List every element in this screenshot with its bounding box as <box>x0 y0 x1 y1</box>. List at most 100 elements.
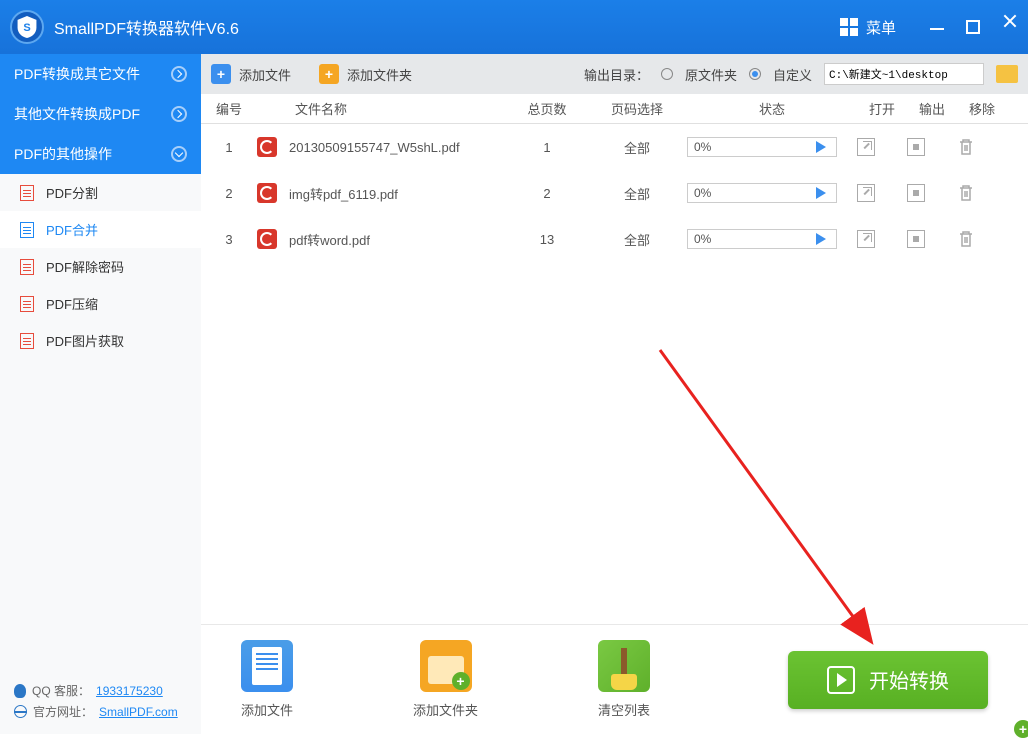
cell-name: pdf转word.pdf <box>247 229 507 249</box>
file-name: 20130509155747_W5shL.pdf <box>289 140 460 155</box>
sidebar-cat-other-to-pdf[interactable]: 其他文件转换成PDF <box>0 94 201 134</box>
progress-text: 0% <box>688 140 711 154</box>
output-icon[interactable] <box>907 184 925 202</box>
add-file-label: 添加文件 <box>239 65 291 84</box>
cell-open <box>857 138 907 156</box>
trash-icon[interactable] <box>957 230 975 248</box>
pdf-icon <box>20 333 34 349</box>
sidebar-cat-label: 其他文件转换成PDF <box>14 104 140 124</box>
sidebar-cat-label: PDF的其他操作 <box>14 144 112 164</box>
sidebar-opt-label: PDF合并 <box>46 220 98 239</box>
menu-grid-icon <box>840 18 858 36</box>
open-icon[interactable] <box>857 230 875 248</box>
hdr-delete: 移除 <box>957 99 1007 118</box>
table-row: 2img转pdf_6119.pdf2全部0% <box>201 170 1028 216</box>
browser-icon <box>14 705 27 718</box>
maximize-button[interactable] <box>966 20 980 34</box>
chevron-right-icon <box>171 66 187 82</box>
browse-folder-icon[interactable] <box>996 65 1018 83</box>
progress-bar[interactable]: 0% <box>687 229 837 249</box>
cell-open <box>857 230 907 248</box>
open-icon[interactable] <box>857 138 875 156</box>
annotation-arrow-icon <box>650 340 1028 660</box>
qq-icon <box>14 684 26 698</box>
table-row: 3pdf转word.pdf13全部0% <box>201 216 1028 262</box>
big-add-folder-label: 添加文件夹 <box>413 700 478 719</box>
cell-index: 3 <box>211 232 247 247</box>
cell-page-select[interactable]: 全部 <box>587 230 687 249</box>
hdr-open: 打开 <box>857 99 907 118</box>
titlebar: S SmallPDF转换器软件V6.6 菜单 <box>0 0 1028 54</box>
cell-pages: 2 <box>507 186 587 201</box>
big-add-file-label: 添加文件 <box>241 700 293 719</box>
cell-delete <box>957 138 1007 156</box>
table-header: 编号 文件名称 总页数 页码选择 状态 打开 输出 移除 <box>201 94 1028 124</box>
folder-icon: + <box>420 640 472 692</box>
cell-name: img转pdf_6119.pdf <box>247 183 507 203</box>
open-icon[interactable] <box>857 184 875 202</box>
minimize-button[interactable] <box>930 28 944 30</box>
hdr-selection: 页码选择 <box>587 99 687 118</box>
trash-icon[interactable] <box>957 184 975 202</box>
cell-page-select[interactable]: 全部 <box>587 138 687 157</box>
sidebar-opt-compress[interactable]: PDF压缩 <box>0 285 201 322</box>
sidebar-opt-unlock[interactable]: PDF解除密码 <box>0 248 201 285</box>
close-button[interactable] <box>1002 20 1016 34</box>
cell-page-select[interactable]: 全部 <box>587 184 687 203</box>
cell-pages: 13 <box>507 232 587 247</box>
sidebar-cat-pdf-to-other[interactable]: PDF转换成其它文件 <box>0 54 201 94</box>
progress-text: 0% <box>688 232 711 246</box>
output-icon[interactable] <box>907 138 925 156</box>
cell-status: 0% <box>687 183 857 203</box>
hdr-output: 输出 <box>907 99 957 118</box>
trash-icon[interactable] <box>957 138 975 156</box>
cell-output <box>907 230 957 248</box>
output-icon[interactable] <box>907 230 925 248</box>
cell-index: 1 <box>211 140 247 155</box>
cell-delete <box>957 230 1007 248</box>
add-folder-button[interactable]: + 添加文件夹 <box>319 64 412 84</box>
add-folder-label: 添加文件夹 <box>347 65 412 84</box>
plus-icon: + <box>211 64 231 84</box>
cell-index: 2 <box>211 186 247 201</box>
radio-source-folder[interactable] <box>661 68 673 80</box>
progress-text: 0% <box>688 186 711 200</box>
add-file-button[interactable]: + 添加文件 <box>211 64 291 84</box>
output-path-input[interactable] <box>824 63 984 85</box>
radio-custom-folder[interactable] <box>749 68 761 80</box>
sidebar-footer: QQ 客服：1933175230 官方网址：SmallPDF.com <box>0 668 201 734</box>
qq-link[interactable]: 1933175230 <box>96 684 163 698</box>
pdf-file-icon <box>257 229 277 249</box>
hdr-status: 状态 <box>687 99 857 118</box>
menu-button[interactable]: 菜单 <box>840 17 896 38</box>
progress-bar[interactable]: 0% <box>687 137 837 157</box>
pdf-file-icon <box>257 137 277 157</box>
cell-status: 0% <box>687 229 857 249</box>
cell-pages: 1 <box>507 140 587 155</box>
qq-label: QQ 客服： <box>32 682 90 699</box>
pdf-icon <box>20 185 34 201</box>
sidebar-opt-extract-img[interactable]: PDF图片获取 <box>0 322 201 359</box>
main-panel: +添加文件 +添加文件夹 输出目录： 原文件夹 自定义 编号 文件名称 总页数 … <box>201 54 1028 734</box>
progress-bar[interactable]: 0% <box>687 183 837 203</box>
sidebar: PDF转换成其它文件 其他文件转换成PDF PDF的其他操作 PDF分割 PDF… <box>0 54 201 734</box>
cell-status: 0% <box>687 137 857 157</box>
start-label: 开始转换 <box>869 665 949 694</box>
pdf-icon <box>20 259 34 275</box>
big-add-file-button[interactable]: + 添加文件 <box>241 640 293 719</box>
svg-text:S: S <box>23 22 30 34</box>
pdf-file-icon <box>257 183 277 203</box>
plus-icon: + <box>319 64 339 84</box>
sidebar-opt-merge[interactable]: PDF合并 <box>0 211 201 248</box>
play-icon <box>816 141 832 153</box>
big-clear-button[interactable]: 清空列表 <box>598 640 650 719</box>
big-add-folder-button[interactable]: + 添加文件夹 <box>413 640 478 719</box>
sidebar-cat-pdf-ops[interactable]: PDF的其他操作 <box>0 134 201 174</box>
hdr-index: 编号 <box>211 99 247 118</box>
app-logo-icon: S <box>10 10 44 44</box>
file-name: img转pdf_6119.pdf <box>289 184 398 203</box>
site-link[interactable]: SmallPDF.com <box>99 705 178 719</box>
big-clear-label: 清空列表 <box>598 700 650 719</box>
cell-open <box>857 184 907 202</box>
sidebar-opt-split[interactable]: PDF分割 <box>0 174 201 211</box>
